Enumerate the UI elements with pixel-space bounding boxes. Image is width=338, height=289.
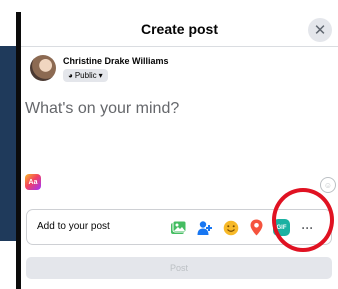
add-to-post-label: Add to your post xyxy=(37,221,110,232)
check-in-icon xyxy=(250,219,263,236)
text-style-button[interactable]: Aa xyxy=(25,174,41,190)
check-in-button[interactable] xyxy=(248,219,265,236)
author-name: Christine Drake Williams xyxy=(63,56,169,66)
close-button[interactable]: ✕ xyxy=(308,18,332,42)
close-icon: ✕ xyxy=(313,22,327,39)
post-button-label: Post xyxy=(169,263,188,273)
feeling-activity-button[interactable] xyxy=(222,219,239,236)
feeling-activity-icon xyxy=(223,220,239,236)
avatar xyxy=(30,55,56,81)
dialog-title: Create post xyxy=(140,21,219,37)
tag-people-button[interactable] xyxy=(196,219,213,236)
post-text-input[interactable]: What's on your mind? xyxy=(25,100,179,118)
dialog-header: Create post ✕ xyxy=(21,12,338,47)
more-options-button[interactable]: ··· xyxy=(299,219,316,236)
create-post-dialog: Create post ✕ Christine Drake Williams ◕… xyxy=(21,12,338,289)
add-to-post-bar: Add to your post GIF ··· xyxy=(26,209,332,245)
audience-label: Public xyxy=(74,71,97,80)
chevron-down-icon: ▾ xyxy=(98,71,103,80)
text-style-label: Aa xyxy=(28,178,38,186)
post-button[interactable]: Post xyxy=(26,257,332,279)
gif-icon: GIF xyxy=(273,219,290,236)
globe-icon: ◕ xyxy=(68,71,73,80)
emoji-icon: ☺ xyxy=(323,180,333,190)
emoji-picker-button[interactable]: ☺ xyxy=(320,177,336,193)
gif-button[interactable]: GIF xyxy=(273,219,290,236)
audience-selector[interactable]: ◕ Public ▾ xyxy=(63,69,108,82)
tag-people-icon xyxy=(197,220,213,236)
more-options-icon: ··· xyxy=(301,220,314,235)
photo-video-button[interactable] xyxy=(170,219,187,236)
photo-video-icon xyxy=(170,220,187,235)
